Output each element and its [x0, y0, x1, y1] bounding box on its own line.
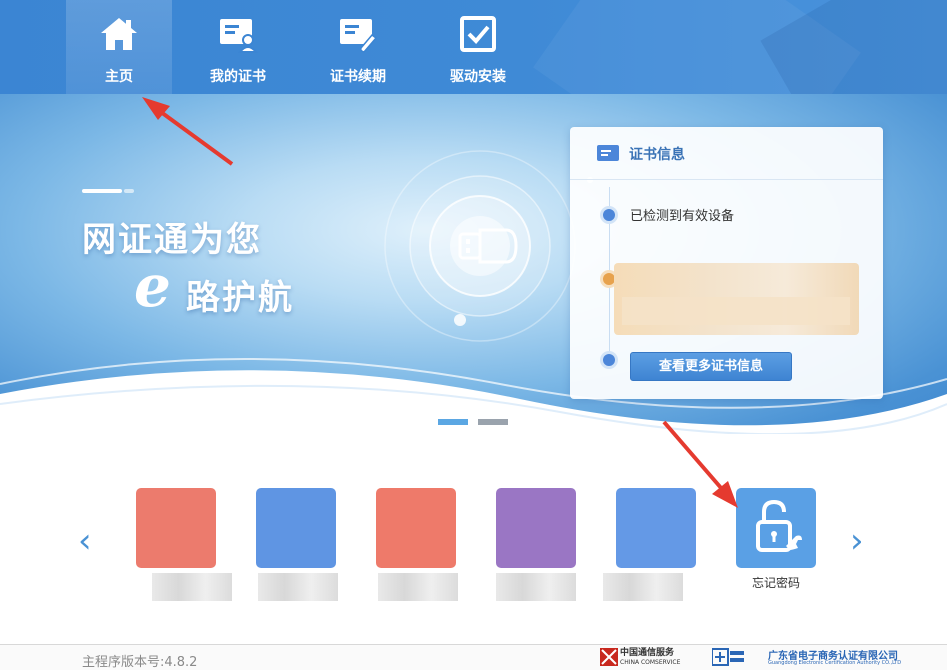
- china-comservice-logo-text: 中国通信服务: [620, 648, 675, 658]
- app-tile-3[interactable]: [376, 488, 456, 568]
- certificate-renew-icon: [340, 19, 378, 53]
- redacted-certificate-details: [614, 263, 859, 335]
- app-tile-5[interactable]: [616, 488, 696, 568]
- nav-home[interactable]: 主页: [66, 0, 172, 94]
- forget-password-tile[interactable]: [736, 488, 816, 568]
- certificate-user-icon: [220, 19, 258, 53]
- card-header: 证书信息: [570, 127, 883, 180]
- nav-my-certificate[interactable]: 我的证书: [185, 0, 291, 94]
- view-more-certificate-button[interactable]: 查看更多证书信息: [630, 352, 792, 381]
- app-tile-4[interactable]: [496, 488, 576, 568]
- app-tile-3-label-redacted: [378, 573, 458, 601]
- netca-logo-icon: [712, 648, 744, 666]
- timeline-dot: [603, 354, 615, 366]
- usb-key-icon: [458, 228, 518, 264]
- nav-my-certificate-label: 我的证书: [210, 69, 266, 85]
- version-text: 主程序版本号:4.8.2: [82, 655, 198, 670]
- certificate-card-icon: [597, 145, 619, 161]
- nav-driver-install[interactable]: 驱动安装: [425, 0, 531, 94]
- nav-certificate-renewal-label: 证书续期: [330, 69, 386, 85]
- top-navigation-bar: 主页 我的证书 证书续期 驱动安装: [0, 0, 947, 94]
- app-tile-2-label-redacted: [258, 573, 338, 601]
- e-logo-mark: e: [134, 254, 171, 314]
- app-tile-2[interactable]: [256, 488, 336, 568]
- home-icon: [101, 18, 137, 50]
- forget-password-label: 忘记密码: [751, 576, 800, 590]
- prev-arrow-icon[interactable]: ‹: [78, 521, 92, 561]
- certificate-info-card: 证书信息 已检测到有效设备 查看更多证书信息: [570, 127, 883, 399]
- slogan-accent-dots: [124, 189, 134, 193]
- card-title: 证书信息: [629, 147, 685, 163]
- e-logo-letter: e: [134, 254, 171, 314]
- device-detected-text: 已检测到有效设备: [630, 209, 735, 224]
- carousel-dot-active[interactable]: [438, 419, 468, 425]
- app-tile-5-label-redacted: [603, 573, 683, 601]
- nav-driver-install-label: 驱动安装: [450, 69, 506, 85]
- nav-home-label: 主页: [105, 69, 133, 85]
- app-tile-4-label-redacted: [496, 573, 576, 601]
- next-arrow-icon[interactable]: ›: [850, 521, 864, 561]
- china-comservice-logo-en: CHINA COMSERVICE: [620, 659, 681, 666]
- app-tile-1-label-redacted: [152, 573, 232, 601]
- slogan-line2: 路护航: [186, 278, 294, 318]
- timeline-dot: [603, 209, 615, 221]
- app-tile-1[interactable]: [136, 488, 216, 568]
- lock-wrench-icon: [756, 499, 802, 552]
- nav-certificate-renewal[interactable]: 证书续期: [305, 0, 411, 94]
- driver-install-icon: [460, 16, 496, 52]
- china-comservice-logo-icon: [600, 648, 618, 666]
- carousel-dot[interactable]: [478, 419, 508, 425]
- gd-ca-logo-en: Guangdong Electronic Certification Autho…: [768, 660, 902, 666]
- slogan-accent-bar: [82, 189, 122, 193]
- carousel-indicators: [438, 410, 518, 429]
